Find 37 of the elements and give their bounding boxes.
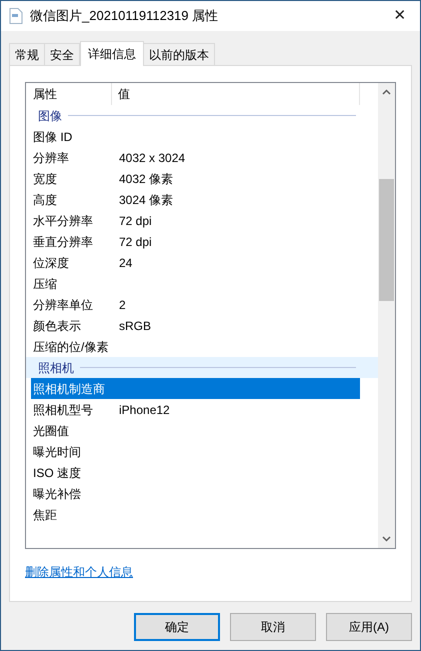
property-row[interactable]: 颜色表示 sRGB <box>31 315 360 336</box>
remove-properties-link[interactable]: 删除属性和个人信息 <box>25 563 133 581</box>
group-header[interactable]: 图像 <box>26 105 378 126</box>
window-title: 微信图片_20210119112319 属性 <box>30 7 218 26</box>
tab[interactable]: 安全 <box>44 43 80 65</box>
column-header[interactable]: 值 <box>112 83 360 105</box>
dialog-button[interactable]: 确定 <box>134 613 220 641</box>
property-row[interactable]: 分辨率单位 2 <box>31 294 360 315</box>
scroll-up-icon[interactable] <box>382 89 391 95</box>
property-row[interactable]: 照相机型号 iPhone12 <box>31 399 360 420</box>
property-row[interactable]: ISO 速度 <box>31 462 360 483</box>
property-row[interactable]: 曝光补偿 <box>31 483 360 504</box>
group-header[interactable]: 照相机 <box>26 357 378 378</box>
property-row[interactable]: 分辨率 4032 x 3024 <box>31 147 360 168</box>
property-row[interactable]: 垂直分辨率 72 dpi <box>31 231 360 252</box>
property-row[interactable]: 图像 ID <box>31 126 360 147</box>
scrollbar[interactable] <box>378 83 395 548</box>
property-row[interactable]: 压缩的位/像素 <box>31 336 360 357</box>
tab[interactable]: 常规 <box>9 43 45 65</box>
property-row[interactable]: 位深度 24 <box>31 252 360 273</box>
property-row[interactable]: 光圈值 <box>31 420 360 441</box>
property-row[interactable]: 宽度 4032 像素 <box>31 168 360 189</box>
property-row[interactable]: 水平分辨率 72 dpi <box>31 210 360 231</box>
dialog-button[interactable]: 取消 <box>230 613 316 641</box>
column-header[interactable]: 属性 <box>26 83 112 105</box>
property-row[interactable]: 焦距 <box>31 504 360 525</box>
scroll-thumb[interactable] <box>379 179 394 301</box>
tab[interactable]: 详细信息 <box>80 41 144 66</box>
dialog-button[interactable]: 应用(A) <box>326 613 412 641</box>
property-row[interactable]: 照相机制造商 <box>31 378 360 399</box>
property-row[interactable]: 高度 3024 像素 <box>31 189 360 210</box>
property-row[interactable]: 压缩 <box>31 273 360 294</box>
file-icon <box>9 8 23 24</box>
scroll-down-icon[interactable] <box>382 536 391 542</box>
property-row[interactable]: 曝光时间 <box>31 441 360 462</box>
close-button[interactable]: ✕ <box>380 1 420 31</box>
tab[interactable]: 以前的版本 <box>143 43 215 65</box>
